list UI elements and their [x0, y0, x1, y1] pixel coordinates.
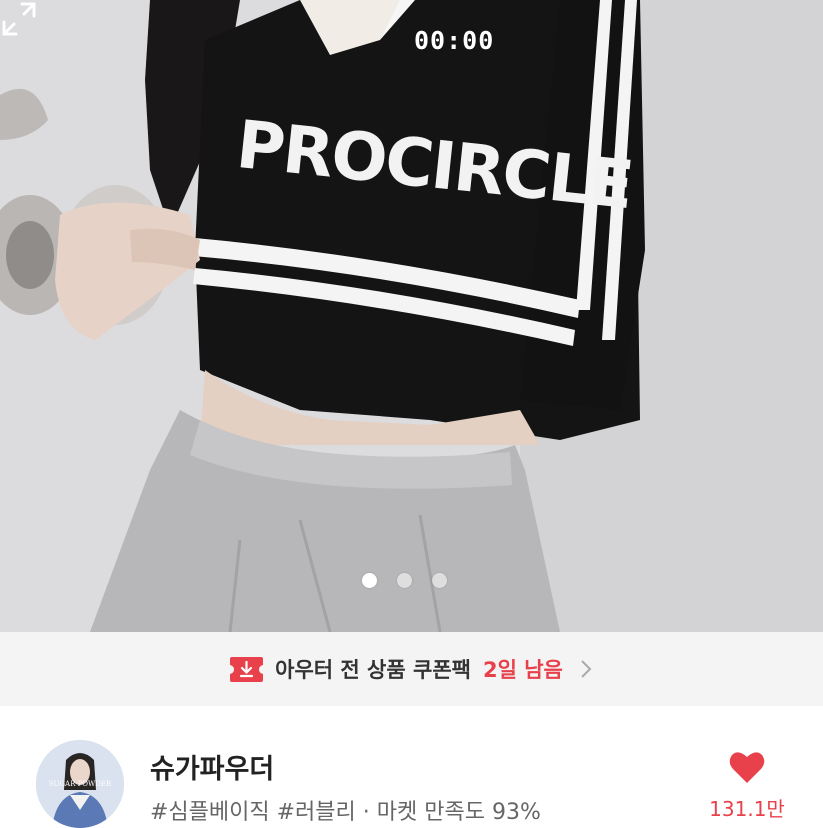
video-timer: 00:00 — [414, 26, 495, 55]
carousel-pagination[interactable] — [362, 573, 447, 588]
heart-icon[interactable] — [729, 750, 765, 784]
carousel-dot-3[interactable] — [432, 573, 447, 588]
section-divider — [0, 706, 823, 714]
product-image-carousel[interactable]: PROCIRCLE 00:00 — [0, 0, 823, 632]
carousel-dot-2[interactable] — [397, 573, 412, 588]
like-count: 131.1만 — [709, 797, 785, 821]
shop-tags: #심플베이직 #러블리 · 마켓 만족도 93% — [150, 800, 541, 825]
shop-avatar-logo: SUGAR POWDER — [49, 780, 112, 788]
shop-name[interactable]: 슈가파우더 — [150, 747, 274, 786]
carousel-dot-1[interactable] — [362, 573, 377, 588]
chevron-right-icon — [581, 660, 592, 678]
coupon-download-icon — [230, 656, 264, 682]
expand-arrows-icon[interactable] — [0, 0, 38, 38]
coupon-days-left: 2일 남음 — [482, 658, 563, 682]
shop-avatar-image: SUGAR POWDER — [36, 740, 124, 828]
shop-avatar[interactable]: SUGAR POWDER — [36, 740, 124, 828]
shop-info[interactable]: SUGAR POWDER 슈가파우더 #심플베이직 #러블리 · 마켓 만족도 … — [0, 714, 823, 828]
coupon-banner[interactable]: 아우터 전 상품 쿠폰팩 2일 남음 — [0, 632, 823, 706]
coupon-banner-text: 아우터 전 상품 쿠폰팩 — [275, 658, 471, 682]
product-photo: PROCIRCLE — [0, 0, 823, 632]
